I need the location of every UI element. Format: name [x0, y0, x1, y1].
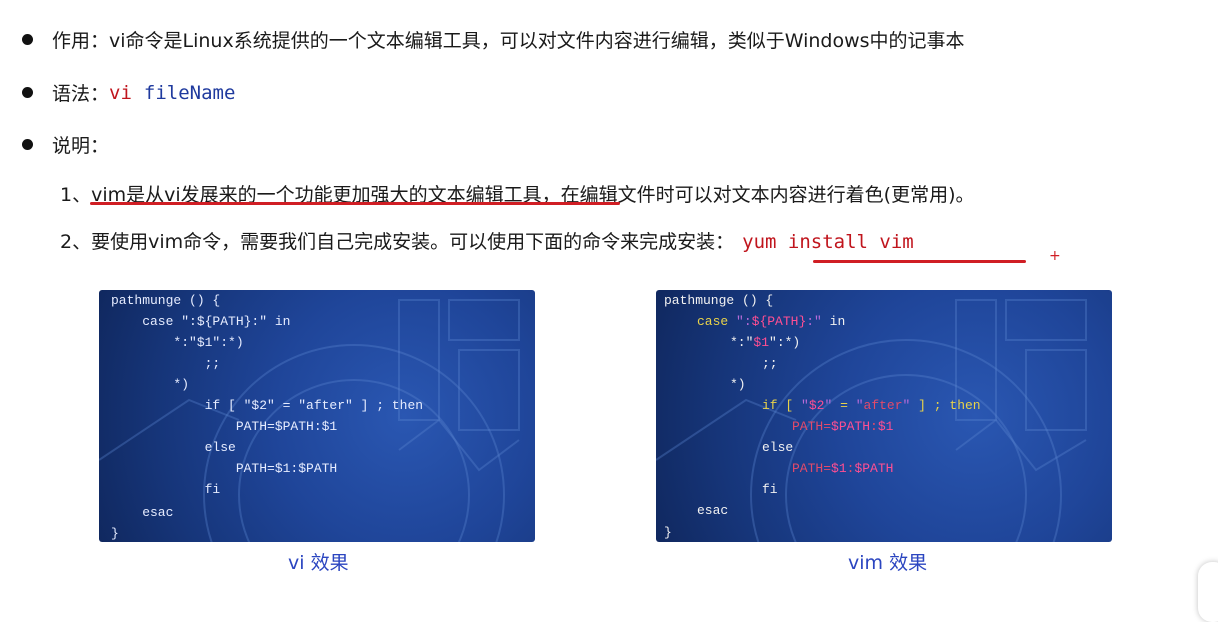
purpose-text: 作用：vi命令是Linux系统提供的一个文本编辑工具，可以对文件内容进行编辑，类…	[52, 30, 965, 52]
operator-token: =	[840, 398, 848, 413]
keyword-token: in	[829, 314, 846, 329]
install-command: yum install vim	[742, 231, 914, 253]
bullet-dot	[22, 87, 33, 98]
code-line: case ":${PATH}:" in	[111, 314, 291, 329]
code-line: else	[111, 440, 236, 455]
bracket-token: ] ;	[918, 398, 942, 413]
code-line: *:"$1":*)	[730, 336, 800, 350]
pattern-token: ":*)	[769, 335, 801, 350]
bracket-token: [	[785, 398, 794, 413]
code-line: ;;	[762, 356, 778, 371]
code-line: ;;	[111, 356, 221, 371]
code-line: PATH=$1:$PATH	[111, 461, 338, 476]
bullet-syntax: 语法： vi fileName	[22, 79, 235, 106]
code-line: *:"$1":*)	[111, 335, 244, 350]
vi-caption: vi 效果	[288, 552, 349, 574]
bullet-dot	[22, 34, 33, 45]
operator-token: :	[870, 419, 878, 434]
code-line: pathmunge () {	[664, 293, 774, 308]
vim-caption: vim 效果	[848, 552, 928, 574]
variable-token: ${PATH}	[751, 314, 807, 329]
variable-token: $1	[877, 419, 894, 434]
note-2: 2、要使用vim命令，需要我们自己完成安装。可以使用下面的命令来完成安装： yum…	[60, 227, 914, 254]
syntax-command: vi	[109, 81, 132, 104]
code-line: if [ "$2" = "after" ] ; then	[111, 398, 424, 413]
code-line: esac	[111, 505, 174, 520]
code-line: PATH=$PATH:$1	[792, 420, 893, 434]
code-line: fi	[111, 482, 221, 497]
notes-label: 说明：	[52, 135, 110, 157]
code-line: fi	[762, 482, 778, 497]
keyword-token: then	[949, 398, 981, 413]
code-line: PATH=$PATH:$1	[111, 419, 338, 434]
syntax-argument: fileName	[143, 81, 236, 104]
string-token: ":	[736, 314, 752, 329]
variable-token: $1	[753, 335, 770, 350]
string-token: "	[824, 398, 833, 413]
code-line: esac	[697, 503, 729, 518]
bullet-purpose: 作用：vi命令是Linux系统提供的一个文本编辑工具，可以对文件内容进行编辑，类…	[22, 26, 965, 53]
vi-screenshot: pathmunge () { case ":${PATH}:" in *:"$1…	[99, 290, 535, 542]
string-token: "	[902, 398, 911, 413]
code-line: PATH=$1:$PATH	[792, 462, 893, 476]
code-line: case ":${PATH}:" in	[697, 315, 845, 329]
keyword-token: case	[697, 314, 729, 329]
note-1-prefix: 1、	[60, 184, 92, 206]
code-line: if [ "$2" = "after" ] ; then	[762, 399, 981, 413]
floating-side-widget[interactable]	[1198, 562, 1218, 622]
variable-token: PATH=	[792, 419, 832, 434]
string-token: "	[801, 398, 809, 413]
variable-token: $PATH	[854, 461, 894, 476]
vim-screenshot: pathmunge () { case ":${PATH}:" in *:"$1…	[656, 290, 1112, 542]
note-1-rest: 在编辑文件时可以对文本内容进行着色(更常用)。	[560, 184, 975, 206]
pattern-token: *:"	[730, 335, 754, 350]
syntax-label: 语法：	[52, 83, 110, 105]
install-underline	[813, 260, 1026, 263]
plus-mark: +	[1049, 248, 1061, 264]
string-token: after	[863, 398, 903, 413]
variable-token: $2	[808, 398, 825, 413]
code-line: *)	[111, 377, 190, 392]
variable-token: PATH=	[792, 461, 832, 476]
bullet-notes: 说明：	[22, 131, 109, 158]
string-token: :"	[806, 314, 822, 329]
code-line: pathmunge () {	[111, 293, 221, 308]
variable-token: $PATH	[831, 419, 871, 434]
code-line: }	[664, 525, 672, 540]
code-line: *)	[730, 377, 746, 392]
note-1-underline	[90, 202, 620, 205]
code-line: else	[762, 440, 794, 455]
note-2-text: 2、要使用vim命令，需要我们自己完成安装。可以使用下面的命令来完成安装：	[60, 231, 735, 253]
string-token: "	[855, 398, 864, 413]
bullet-dot	[22, 139, 33, 150]
keyword-token: if	[762, 398, 778, 413]
code-line: }	[111, 526, 119, 541]
variable-token: $1	[831, 461, 847, 476]
